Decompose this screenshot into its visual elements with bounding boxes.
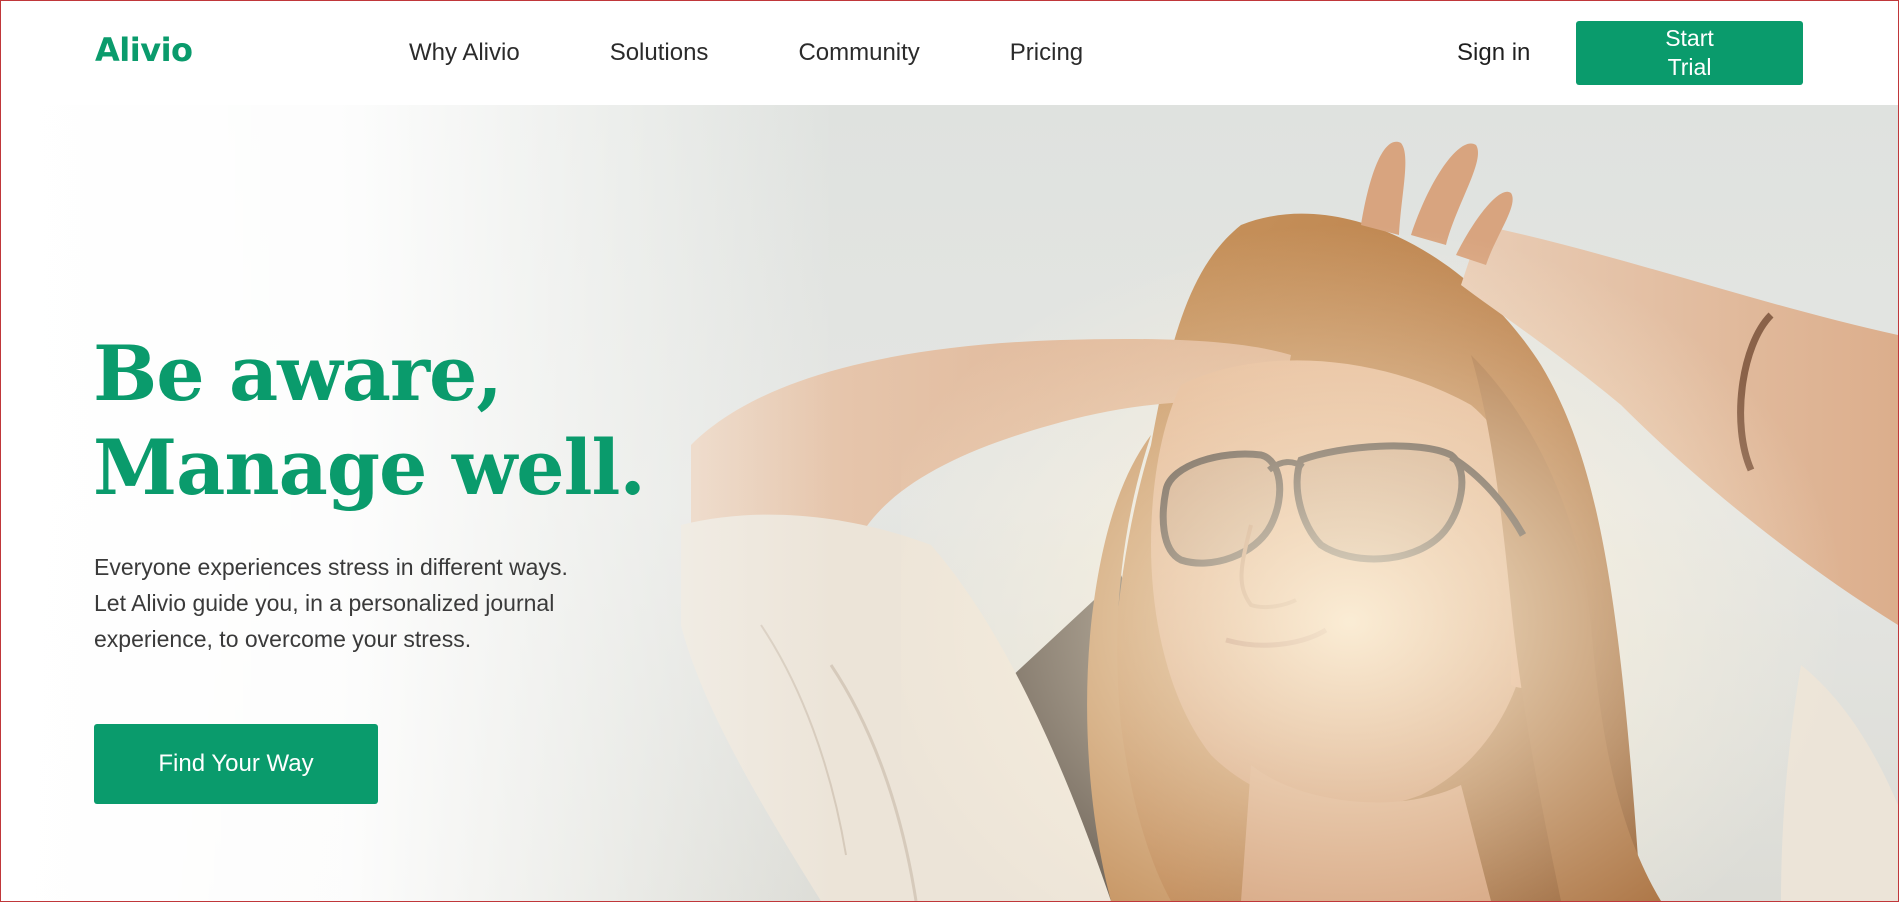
alivio-logo[interactable]: Alivio — [95, 31, 193, 69]
hero-description-line-2: Let Alivio guide you, in a personalized … — [94, 590, 555, 616]
sign-in-link[interactable]: Sign in — [1457, 39, 1530, 67]
nav-solutions[interactable]: Solutions — [610, 39, 709, 67]
start-trial-button[interactable]: Start Trial — [1576, 21, 1803, 85]
page-frame: Alivio Why Alivio Solutions Community Pr… — [0, 0, 1899, 902]
hero-title-line-1: Be aware, — [93, 329, 503, 418]
hero-section: Be aware, Manage well. Everyone experien… — [1, 105, 1898, 901]
nav-why-alivio[interactable]: Why Alivio — [409, 39, 520, 67]
hero-title-line-2: Manage well. — [93, 423, 646, 512]
hero-description-line-3: experience, to overcome your stress. — [94, 626, 472, 652]
nav-pricing[interactable]: Pricing — [1010, 39, 1083, 67]
main-nav: Why Alivio Solutions Community Pricing — [409, 39, 1173, 67]
find-your-way-button[interactable]: Find Your Way — [94, 724, 378, 804]
hero-description-line-1: Everyone experiences stress in different… — [94, 554, 568, 580]
site-header: Alivio Why Alivio Solutions Community Pr… — [1, 1, 1898, 105]
hero-description: Everyone experiences stress in different… — [94, 549, 654, 657]
nav-community[interactable]: Community — [798, 39, 919, 67]
hero-title: Be aware, Manage well. — [93, 327, 646, 515]
